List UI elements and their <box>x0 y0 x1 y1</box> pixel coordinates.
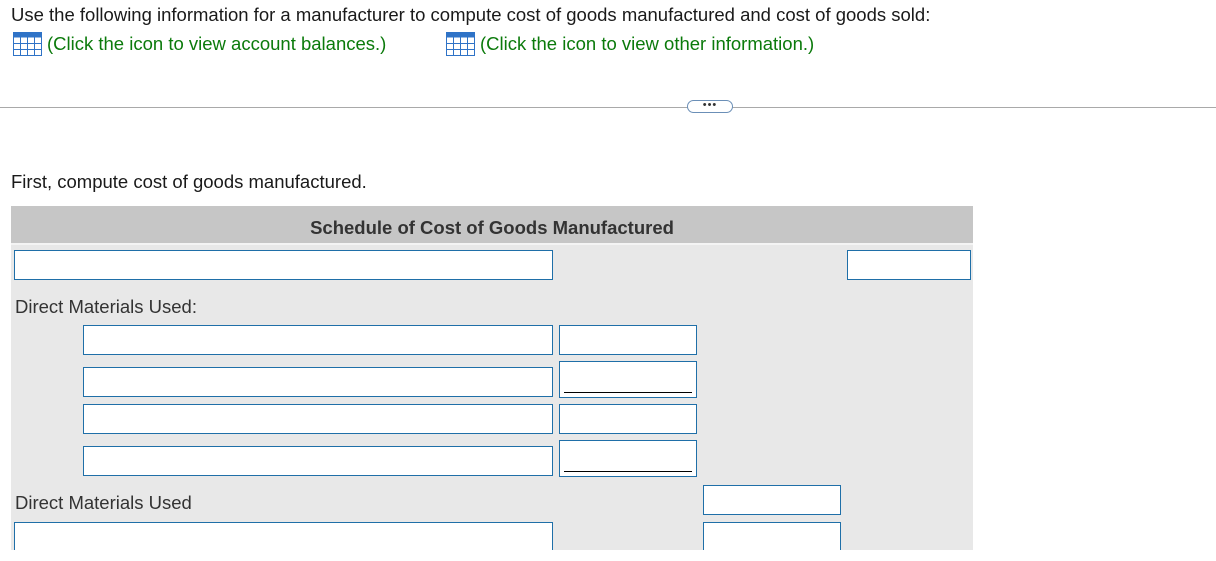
expand-ellipsis-button[interactable]: ••• <box>687 100 733 113</box>
direct-materials-heading: Direct Materials Used: <box>15 296 197 317</box>
table-grid-icon[interactable] <box>446 32 475 56</box>
schedule-title: Schedule of Cost of Goods Manufactured <box>310 217 674 238</box>
schedule-table: Schedule of Cost of Goods Manufactured D… <box>11 206 973 550</box>
next-amount-input[interactable] <box>703 522 841 550</box>
direct-materials-row-1-label-input[interactable] <box>83 325 553 355</box>
direct-materials-row-3-label-input[interactable] <box>83 404 553 434</box>
account-balances-link-text[interactable]: (Click the icon to view account balances… <box>47 33 386 55</box>
direct-materials-row-3-amount-input[interactable] <box>559 404 697 434</box>
direct-materials-total-input[interactable] <box>703 485 841 515</box>
view-account-balances-link[interactable]: (Click the icon to view account balances… <box>13 32 386 56</box>
top-total-input[interactable] <box>847 250 971 280</box>
direct-materials-row-2-label-input[interactable] <box>83 367 553 397</box>
next-description-input[interactable] <box>14 522 553 550</box>
direct-materials-row-2-amount-input[interactable] <box>559 361 697 398</box>
question-intro: Use the following information for a manu… <box>11 4 931 25</box>
top-description-input[interactable] <box>14 250 553 280</box>
direct-materials-row-1-amount-input[interactable] <box>559 325 697 355</box>
instruction-text: First, compute cost of goods manufacture… <box>11 171 367 192</box>
view-other-information-link[interactable]: (Click the icon to view other informatio… <box>446 32 814 56</box>
subtotal-underline <box>564 471 692 472</box>
other-information-link-text[interactable]: (Click the icon to view other informatio… <box>480 33 814 55</box>
subtotal-underline <box>564 392 692 393</box>
schedule-header: Schedule of Cost of Goods Manufactured <box>11 206 973 245</box>
section-divider <box>0 107 1216 108</box>
table-grid-icon[interactable] <box>13 32 42 56</box>
direct-materials-row-4-amount-input[interactable] <box>559 440 697 477</box>
direct-materials-total-label: Direct Materials Used <box>15 492 192 513</box>
direct-materials-row-4-label-input[interactable] <box>83 446 553 476</box>
